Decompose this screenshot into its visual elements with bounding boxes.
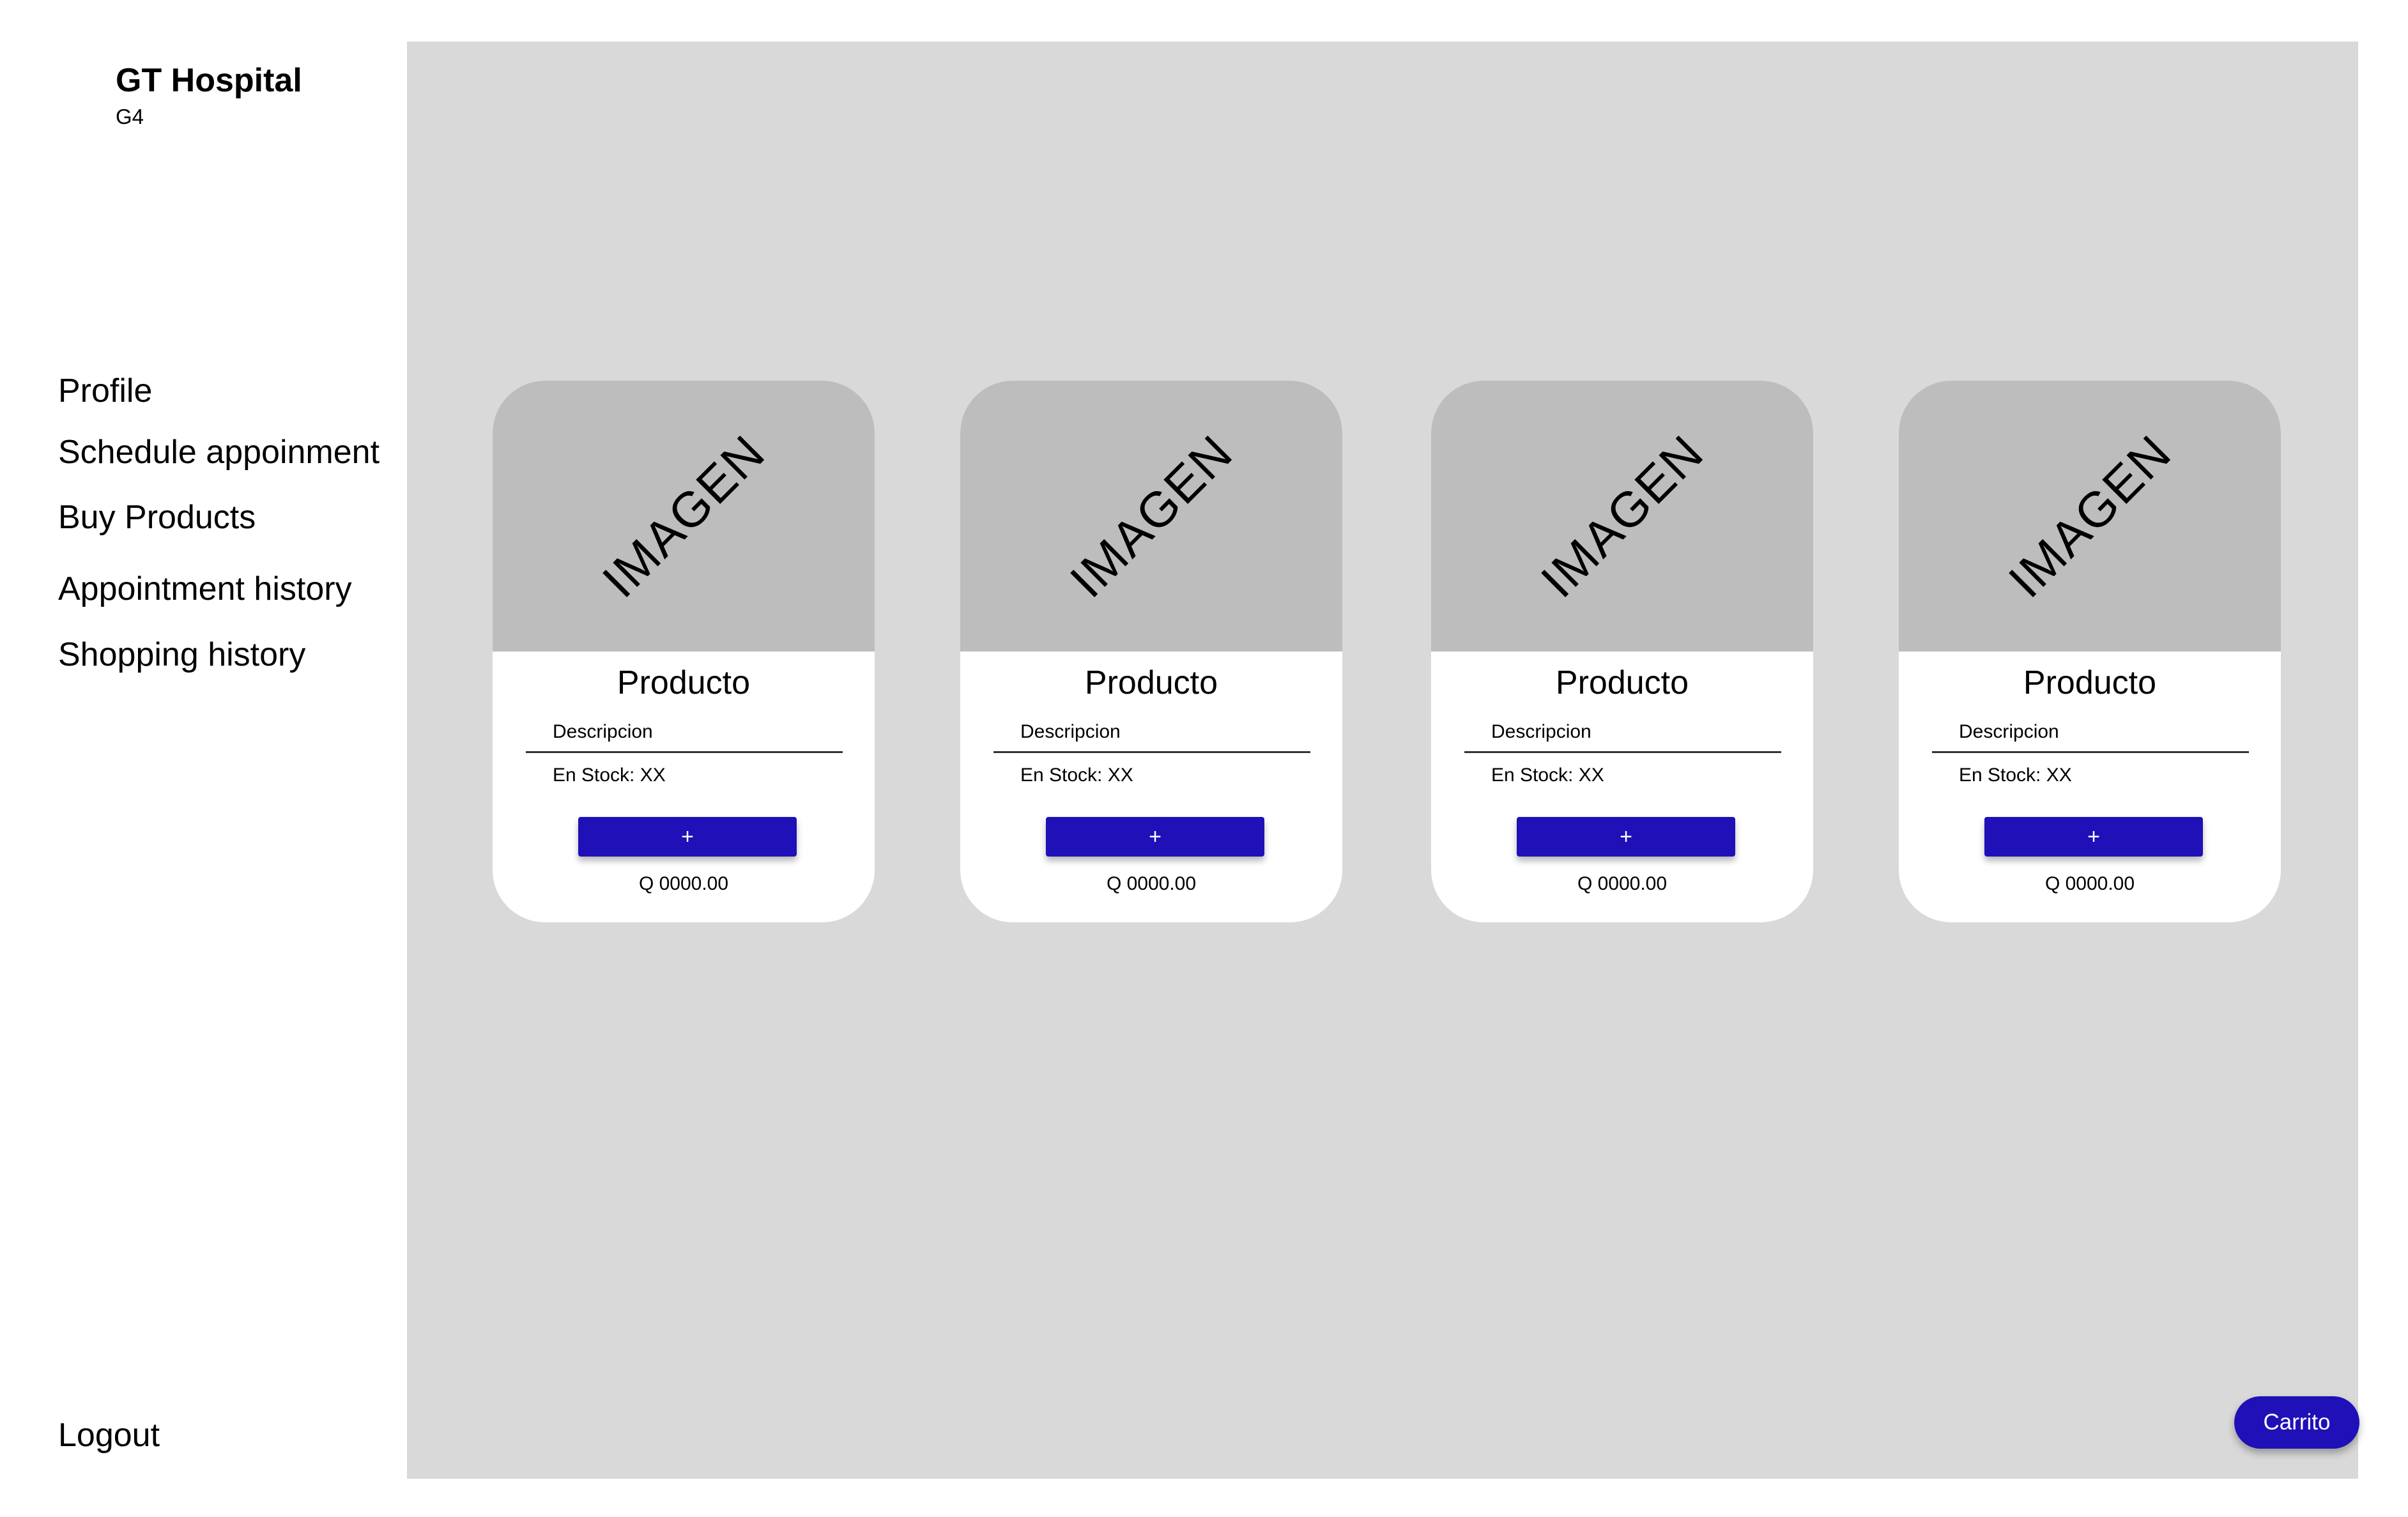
product-image-label: IMAGEN xyxy=(1059,423,1244,609)
sidebar-item-shopping-history[interactable]: Shopping history xyxy=(58,632,305,677)
logout-button[interactable]: Logout xyxy=(58,1413,160,1458)
product-description: Descripcion xyxy=(1020,721,1121,742)
app-window: GT Hospital G4 Profile Schedule appoinme… xyxy=(49,42,2359,1479)
add-to-cart-button[interactable]: + xyxy=(578,817,797,857)
add-to-cart-button[interactable]: + xyxy=(1517,817,1735,857)
product-description: Descripcion xyxy=(1491,721,1591,742)
divider xyxy=(526,751,843,753)
sidebar-item-appointment-history[interactable]: Appointment history xyxy=(58,567,352,611)
product-stock: En Stock: XX xyxy=(1959,765,2072,786)
main-content: IMAGEN Producto Descripcion En Stock: XX… xyxy=(407,42,2359,1479)
product-image-placeholder: IMAGEN xyxy=(1431,381,1813,652)
add-to-cart-button[interactable]: + xyxy=(1984,817,2203,857)
product-card: IMAGEN Producto Descripcion En Stock: XX… xyxy=(493,381,875,922)
divider xyxy=(1932,751,2249,753)
product-image-placeholder: IMAGEN xyxy=(960,381,1342,652)
add-to-cart-button[interactable]: + xyxy=(1046,817,1264,857)
product-card: IMAGEN Producto Descripcion En Stock: XX… xyxy=(1899,381,2281,922)
divider xyxy=(993,751,1310,753)
sidebar: GT Hospital G4 Profile Schedule appoinme… xyxy=(49,42,407,1479)
product-price: Q 0000.00 xyxy=(1577,873,1668,894)
product-price: Q 0000.00 xyxy=(1106,873,1197,894)
product-image-label: IMAGEN xyxy=(1530,423,1715,609)
product-price: Q 0000.00 xyxy=(2044,873,2135,894)
cart-button[interactable]: Carrito xyxy=(2234,1396,2359,1449)
product-price: Q 0000.00 xyxy=(638,873,729,894)
product-description: Descripcion xyxy=(553,721,653,742)
app-subtitle: G4 xyxy=(116,105,144,128)
product-image-label: IMAGEN xyxy=(1997,423,2182,609)
product-description: Descripcion xyxy=(1959,721,2059,742)
product-card: IMAGEN Producto Descripcion En Stock: XX… xyxy=(960,381,1342,922)
product-card: IMAGEN Producto Descripcion En Stock: XX… xyxy=(1431,381,1813,922)
product-name: Producto xyxy=(1084,664,1218,701)
sidebar-item-schedule-appointment[interactable]: Schedule appoinment xyxy=(58,430,380,475)
sidebar-item-buy-products[interactable]: Buy Products xyxy=(58,495,256,540)
product-image-placeholder: IMAGEN xyxy=(1899,381,2281,652)
sidebar-item-profile[interactable]: Profile xyxy=(58,369,152,413)
product-stock: En Stock: XX xyxy=(1020,765,1133,786)
app-title: GT Hospital xyxy=(116,62,302,99)
product-name: Producto xyxy=(617,664,751,701)
divider xyxy=(1464,751,1781,753)
product-image-label: IMAGEN xyxy=(591,423,776,609)
product-stock: En Stock: XX xyxy=(1491,765,1604,786)
product-image-placeholder: IMAGEN xyxy=(493,381,875,652)
product-stock: En Stock: XX xyxy=(553,765,666,786)
product-name: Producto xyxy=(1555,664,1689,701)
product-name: Producto xyxy=(2023,664,2157,701)
